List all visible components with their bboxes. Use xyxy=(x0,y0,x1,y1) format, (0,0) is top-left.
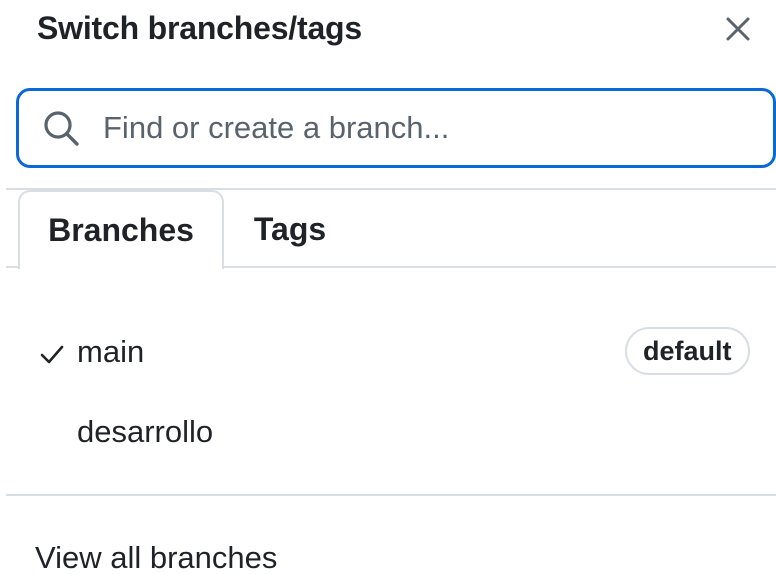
branch-search-input[interactable] xyxy=(103,98,773,158)
tab-tags-label: Tags xyxy=(253,211,327,247)
search-icon xyxy=(41,108,81,148)
branch-switcher-panel: Switch branches/tags Branches Tags xyxy=(0,0,776,574)
panel-title: Switch branches/tags xyxy=(37,10,362,46)
tab-branches[interactable]: Branches xyxy=(18,190,224,269)
search-box[interactable] xyxy=(16,88,776,168)
tab-branches-label: Branches xyxy=(48,212,194,248)
close-button[interactable] xyxy=(716,10,760,50)
branch-item-main[interactable]: main default xyxy=(0,312,776,392)
footer-divider xyxy=(6,494,776,496)
branch-name: desarrollo xyxy=(77,414,214,449)
tab-tags[interactable]: Tags xyxy=(234,190,346,269)
view-all-branches-link[interactable]: View all branches xyxy=(35,538,277,574)
check-icon xyxy=(38,340,66,368)
tab-bar: Branches Tags xyxy=(6,190,776,269)
branch-item-desarrollo[interactable]: desarrollo xyxy=(0,392,776,472)
branch-name: main xyxy=(77,334,145,369)
default-badge: default xyxy=(625,327,750,375)
close-icon xyxy=(725,16,751,45)
